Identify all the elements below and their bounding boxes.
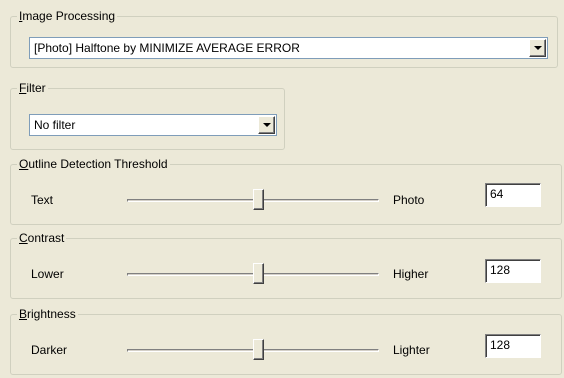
outline-threshold-group: Outline Detection Threshold Text Photo 6… bbox=[10, 157, 562, 225]
image-processing-group: Image Processing [Photo] Halftone by MIN… bbox=[10, 9, 558, 68]
image-processing-select[interactable]: [Photo] Halftone by MINIMIZE AVERAGE ERR… bbox=[29, 37, 548, 59]
contrast-legend: Contrast bbox=[17, 231, 67, 245]
filter-selected-value: No filter bbox=[34, 118, 76, 132]
filter-legend: Filter bbox=[17, 81, 48, 95]
image-processing-legend: Image Processing bbox=[17, 9, 118, 23]
image-processing-selected-value: [Photo] Halftone by MINIMIZE AVERAGE ERR… bbox=[34, 41, 300, 55]
contrast-value-field[interactable]: 128 bbox=[485, 259, 541, 283]
outline-right-label: Photo bbox=[393, 193, 425, 207]
chevron-down-icon[interactable] bbox=[529, 39, 546, 57]
contrast-left-label: Lower bbox=[31, 267, 64, 281]
filter-group: Filter No filter bbox=[10, 81, 285, 150]
outline-left-label: Text bbox=[31, 193, 54, 207]
contrast-slider-thumb[interactable] bbox=[253, 263, 264, 284]
contrast-right-label: Higher bbox=[393, 267, 429, 281]
brightness-left-label: Darker bbox=[31, 343, 68, 357]
brightness-group: Brightness Darker Lighter 128 bbox=[10, 307, 562, 375]
outline-value-field[interactable]: 64 bbox=[485, 183, 541, 207]
contrast-group: Contrast Lower Higher 128 bbox=[10, 231, 562, 299]
brightness-right-label: Lighter bbox=[393, 343, 430, 357]
filter-select[interactable]: No filter bbox=[29, 114, 277, 136]
outline-slider-thumb[interactable] bbox=[253, 189, 264, 210]
outline-threshold-legend: Outline Detection Threshold bbox=[17, 157, 170, 171]
chevron-down-icon[interactable] bbox=[258, 116, 275, 134]
brightness-value-field[interactable]: 128 bbox=[485, 334, 541, 358]
brightness-legend: Brightness bbox=[17, 307, 78, 321]
brightness-slider-thumb[interactable] bbox=[253, 339, 264, 360]
